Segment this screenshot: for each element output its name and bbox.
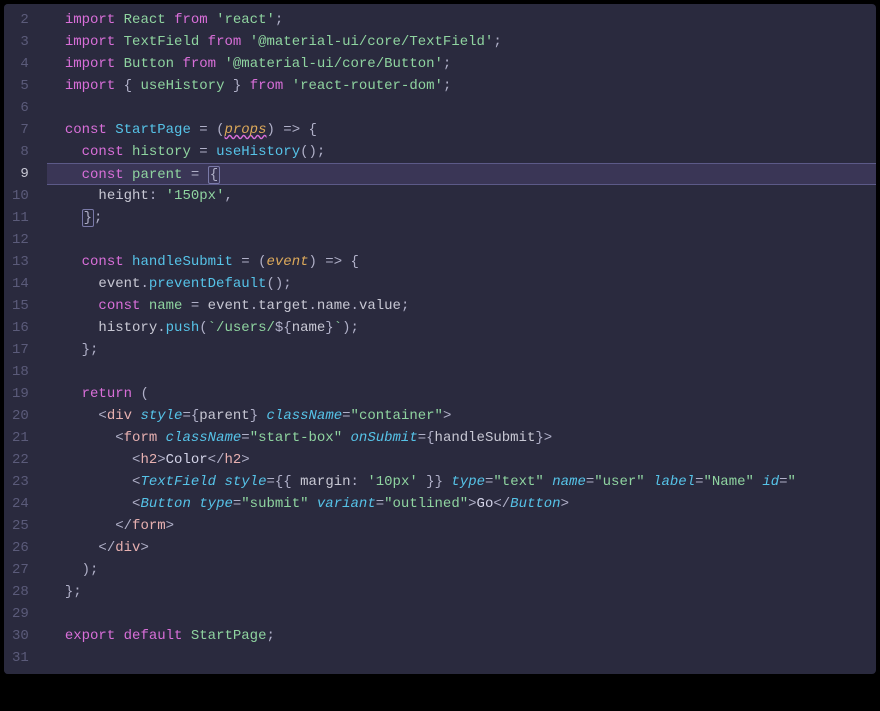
code-line[interactable]: </form> [47,515,876,537]
code-line[interactable]: height: '150px', [47,185,876,207]
code-line[interactable] [47,603,876,625]
code-line[interactable]: const StartPage = (props) => { [47,119,876,141]
line-number: 21 [4,427,47,449]
line-number: 23 [4,471,47,493]
code-line[interactable] [47,647,876,669]
line-number: 13 [4,251,47,273]
code-line[interactable]: history.push(`/users/${name}`); [47,317,876,339]
line-number: 27 [4,559,47,581]
code-line[interactable]: <TextField style={{ margin: '10px' }} ty… [47,471,876,493]
code-line[interactable]: }; [47,581,876,603]
line-number: 6 [4,97,47,119]
line-number: 5 [4,75,47,97]
code-line[interactable]: <Button type="submit" variant="outlined"… [47,493,876,515]
code-line[interactable]: </div> [47,537,876,559]
line-number: 20 [4,405,47,427]
line-number: 2 [4,9,47,31]
line-number: 24 [4,493,47,515]
line-number: 31 [4,647,47,669]
line-number: 14 [4,273,47,295]
line-number-current: 9 [4,163,47,185]
code-line[interactable] [47,361,876,383]
code-line[interactable]: <form className="start-box" onSubmit={ha… [47,427,876,449]
code-line[interactable]: const name = event.target.name.value; [47,295,876,317]
code-line[interactable]: }; [47,207,876,229]
code-line[interactable]: <div style={parent} className="container… [47,405,876,427]
line-number: 25 [4,515,47,537]
line-number-gutter: 2 3 4 5 6 7 8 9 10 11 12 13 14 15 16 17 … [4,4,47,674]
code-line[interactable]: const history = useHistory(); [47,141,876,163]
line-number: 17 [4,339,47,361]
code-line[interactable]: import TextField from '@material-ui/core… [47,31,876,53]
code-line[interactable]: return ( [47,383,876,405]
code-line[interactable]: event.preventDefault(); [47,273,876,295]
line-number: 4 [4,53,47,75]
code-line[interactable]: ); [47,559,876,581]
line-number: 30 [4,625,47,647]
code-line[interactable]: export default StartPage; [47,625,876,647]
code-area[interactable]: import React from 'react'; import TextFi… [47,4,876,674]
line-number: 12 [4,229,47,251]
line-number: 11 [4,207,47,229]
code-line[interactable]: import Button from '@material-ui/core/Bu… [47,53,876,75]
code-editor[interactable]: 2 3 4 5 6 7 8 9 10 11 12 13 14 15 16 17 … [4,4,876,674]
code-line[interactable] [47,97,876,119]
line-number: 29 [4,603,47,625]
line-number: 7 [4,119,47,141]
code-line[interactable]: const handleSubmit = (event) => { [47,251,876,273]
code-line[interactable]: }; [47,339,876,361]
line-number: 3 [4,31,47,53]
code-line[interactable]: <h2>Color</h2> [47,449,876,471]
code-line[interactable]: import React from 'react'; [47,9,876,31]
line-number: 8 [4,141,47,163]
line-number: 19 [4,383,47,405]
line-number: 26 [4,537,47,559]
line-number: 22 [4,449,47,471]
line-number: 28 [4,581,47,603]
line-number: 10 [4,185,47,207]
line-number: 15 [4,295,47,317]
line-number: 18 [4,361,47,383]
code-line[interactable] [47,229,876,251]
code-line[interactable]: import { useHistory } from 'react-router… [47,75,876,97]
code-line-current[interactable]: const parent = { [47,163,876,185]
line-number: 16 [4,317,47,339]
